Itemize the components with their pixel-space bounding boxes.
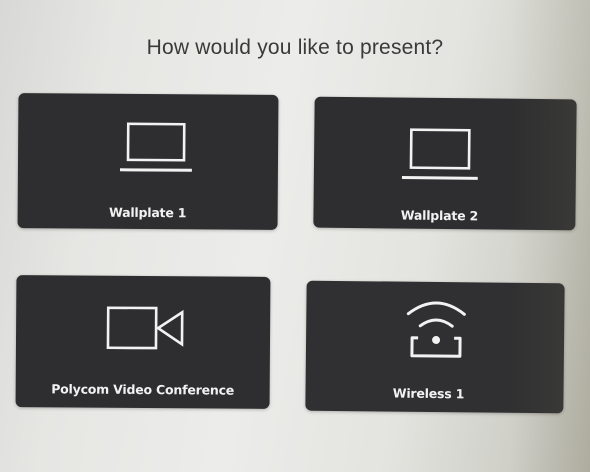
page-title: How would you like to present? [146,36,444,59]
laptop-icon [119,122,192,172]
polycom-video-conference-label: Polycom Video Conference [51,381,235,398]
video-camera-icon [106,306,184,350]
wireless-1-label: Wireless 1 [392,385,465,402]
wallplate-1-label: Wallplate 1 [108,204,187,221]
wireless-cast-icon [406,301,466,358]
wireless-1-button[interactable]: Wireless 1 [305,280,565,414]
laptop-icon [401,128,478,180]
wallplate-1-button[interactable]: Wallplate 1 [17,93,279,230]
polycom-video-conference-button[interactable]: Polycom Video Conference [15,275,271,409]
wallplate-2-label: Wallplate 2 [400,207,479,224]
wallplate-2-button[interactable]: Wallplate 2 [313,96,577,231]
